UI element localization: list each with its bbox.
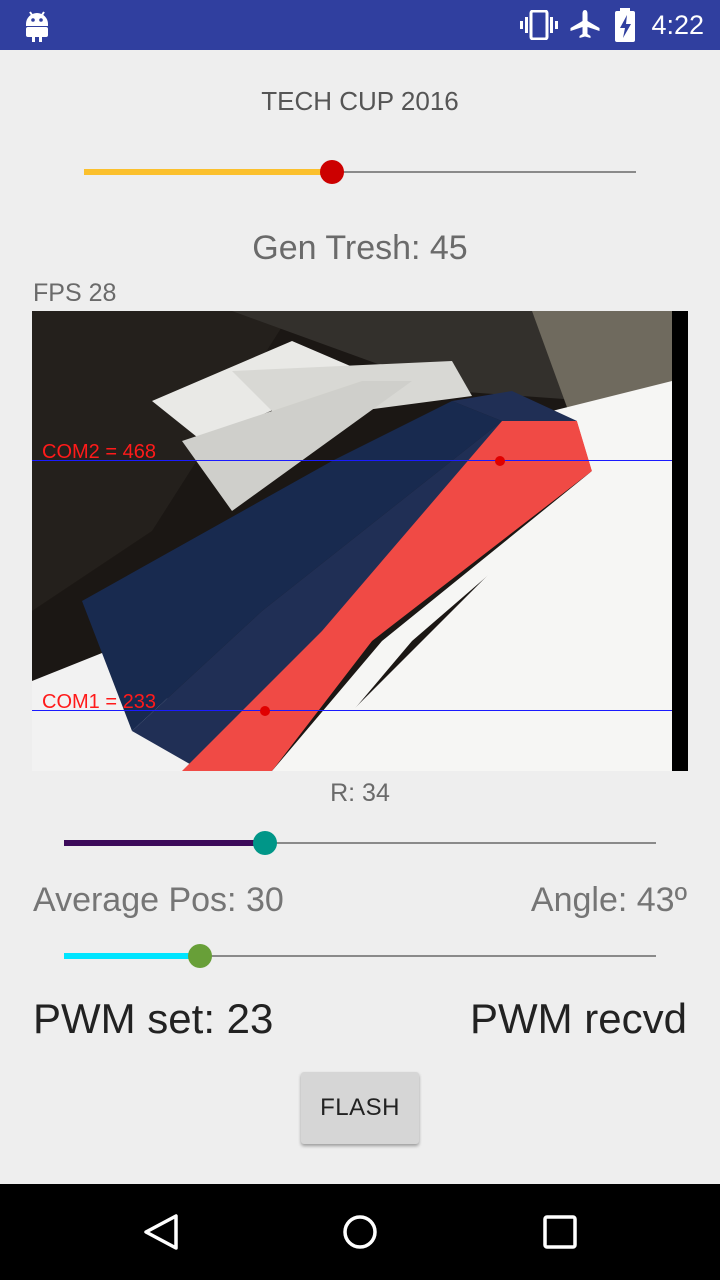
slider-thumb[interactable] bbox=[320, 160, 344, 184]
gen-tresh-slider[interactable] bbox=[84, 157, 636, 187]
camera-preview: COM2 = 468 COM1 = 233 bbox=[32, 311, 688, 771]
recents-icon[interactable] bbox=[543, 1215, 577, 1249]
com2-label: COM2 = 468 bbox=[42, 441, 156, 463]
position-slider[interactable] bbox=[64, 941, 656, 971]
com1-marker bbox=[260, 706, 270, 716]
com1-label: COM1 = 233 bbox=[42, 691, 156, 713]
status-bar: 4:22 bbox=[0, 0, 720, 50]
r-label: R: 34 bbox=[330, 779, 390, 807]
airplane-icon bbox=[570, 10, 600, 38]
status-time: 4:22 bbox=[651, 10, 704, 40]
pwm-set-label: PWM set: 23 bbox=[33, 995, 274, 1042]
slider-fill bbox=[64, 953, 200, 959]
com2-marker bbox=[495, 456, 505, 466]
fps-label: FPS 28 bbox=[33, 279, 117, 307]
battery-charging-icon bbox=[615, 8, 635, 42]
gen-tresh-label: Gen Tresh: 45 bbox=[252, 229, 468, 267]
slider-thumb[interactable] bbox=[188, 944, 212, 968]
slider-fill bbox=[64, 840, 265, 846]
back-icon[interactable] bbox=[142, 1213, 180, 1251]
vibrate-icon bbox=[520, 10, 558, 40]
home-icon[interactable] bbox=[341, 1213, 379, 1251]
angle-label: Angle: 43º bbox=[530, 881, 687, 919]
android-icon bbox=[26, 11, 48, 42]
flash-button[interactable]: FLASH bbox=[301, 1072, 419, 1144]
navigation-bar bbox=[0, 1184, 720, 1280]
pwm-recvd-label: PWM recvd bbox=[469, 995, 687, 1042]
average-pos-label: Average Pos: 30 bbox=[33, 881, 284, 919]
app-title: TECH CUP 2016 bbox=[261, 86, 459, 116]
r-slider[interactable] bbox=[64, 828, 656, 858]
slider-fill bbox=[84, 169, 332, 175]
slider-thumb[interactable] bbox=[253, 831, 277, 855]
